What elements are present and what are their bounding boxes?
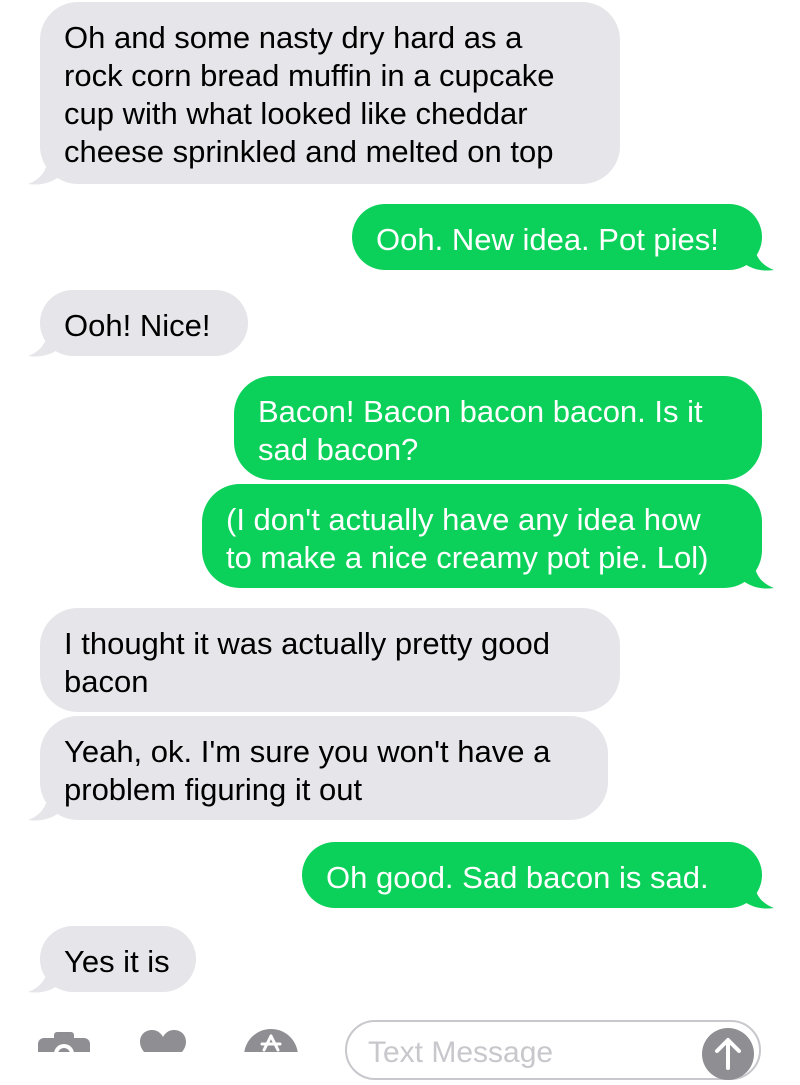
message-bubble-received[interactable]: Oh and some nasty dry hard as a rock cor… — [40, 2, 620, 184]
digital-touch-icon[interactable] — [138, 1028, 188, 1052]
app-store-icon[interactable] — [244, 1028, 298, 1052]
bubble-tail — [740, 242, 774, 271]
message-bubble-sent[interactable]: Oh good. Sad bacon is sad. — [302, 842, 762, 908]
bubble-tail — [28, 792, 62, 821]
send-arrow-icon — [715, 1038, 741, 1070]
camera-icon[interactable] — [36, 1028, 92, 1052]
bubble-tail — [28, 964, 62, 993]
bubble-tail — [740, 560, 774, 589]
text-message-placeholder: Text Message — [368, 1036, 554, 1069]
bubble-tail — [28, 156, 62, 185]
message-bubble-received[interactable]: Yes it is — [40, 926, 196, 992]
message-bubble-received[interactable]: I thought it was actually pretty good ba… — [40, 608, 620, 712]
bubble-tail — [28, 328, 62, 357]
message-bubble-sent[interactable]: Ooh. New idea. Pot pies! — [352, 204, 762, 270]
message-bubble-sent[interactable]: Bacon! Bacon bacon bacon. Is it sad baco… — [234, 376, 762, 480]
send-button[interactable] — [702, 1028, 754, 1080]
message-bubble-sent[interactable]: (I don't actually have any idea how to m… — [202, 484, 762, 588]
bubble-tail — [740, 880, 774, 909]
message-bubble-received[interactable]: Yeah, ok. I'm sure you won't have a prob… — [40, 716, 608, 820]
message-bubble-received[interactable]: Ooh! Nice! — [40, 290, 248, 356]
